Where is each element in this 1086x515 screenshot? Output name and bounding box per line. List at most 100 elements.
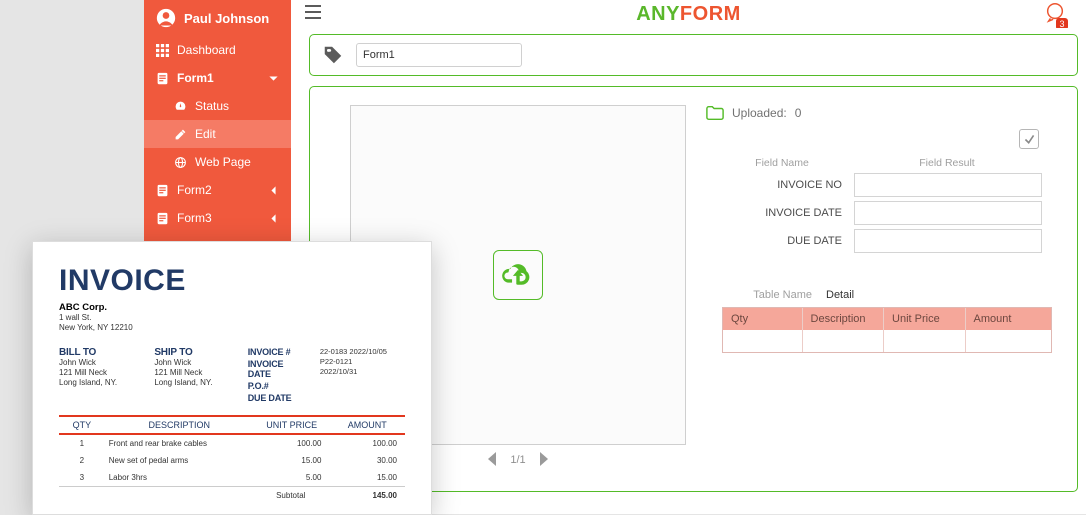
- chevron-right-icon: [538, 452, 550, 466]
- invoice-title: INVOICE: [59, 264, 405, 298]
- topbar: ANYFORM 3: [291, 0, 1086, 28]
- sidebar-item-status[interactable]: Status: [144, 92, 291, 120]
- billto-label: BILL TO: [59, 347, 140, 358]
- field-input-invoice-date[interactable]: [854, 201, 1042, 225]
- table-name-row: Table Name Detail: [722, 289, 1052, 301]
- uploaded-row: Uploaded: 0: [706, 105, 1061, 121]
- subtotal-label: Subtotal: [59, 491, 329, 500]
- due-value: 2022/10/31: [320, 367, 405, 377]
- inv-col-desc: DESCRIPTION: [105, 417, 254, 433]
- billto-addr1: 121 Mill Neck: [59, 368, 140, 378]
- shipto-column: SHIP TO John Wick 121 Mill Neck Long Isl…: [154, 347, 233, 403]
- detail-table: Qty Description Unit Price Amount: [722, 307, 1052, 353]
- invdate-label: INVOICE DATE: [248, 359, 306, 379]
- field-input-invoice-no[interactable]: [854, 173, 1042, 197]
- form-name-input[interactable]: [356, 43, 522, 67]
- sidebar-item-edit[interactable]: Edit: [144, 120, 291, 148]
- pager-next-button[interactable]: [538, 452, 550, 469]
- sidebar-item-form3[interactable]: Form3: [144, 204, 291, 232]
- invoice-addr2: New York, NY 12210: [59, 323, 405, 333]
- check-row: [706, 129, 1061, 149]
- field-input-due-date[interactable]: [854, 229, 1042, 253]
- upload-button[interactable]: [493, 250, 543, 300]
- inv-line-amt: 30.00: [329, 456, 405, 465]
- due-label: DUE DATE: [248, 393, 306, 403]
- shipto-label: SHIP TO: [154, 347, 233, 358]
- field-label: INVOICE NO: [722, 179, 842, 191]
- field-label: INVOICE DATE: [722, 207, 842, 219]
- invoice-meta-values: 22-0183 2022/10/05 P22-0121 2022/10/31: [320, 347, 405, 403]
- sidebar-item-form1[interactable]: Form1: [144, 64, 291, 92]
- gauge-icon: [174, 100, 187, 113]
- sidebar-item-label: Form1: [177, 71, 214, 85]
- sidebar-item-webpage[interactable]: Web Page: [144, 148, 291, 176]
- detail-table-header: Qty Description Unit Price Amount: [723, 308, 1051, 330]
- field-name-header: Field Name: [722, 157, 842, 169]
- sidebar-nav: Dashboard Form1 Status Edit Web Page For…: [144, 36, 291, 232]
- table-name-label: Table Name: [722, 289, 812, 301]
- shipto-addr2: Long Island, NY.: [154, 378, 233, 388]
- chevron-left-icon: [486, 452, 498, 466]
- invoice-table: QTY DESCRIPTION UNIT PRICE AMOUNT 1 Fron…: [59, 415, 405, 504]
- user-row[interactable]: Paul Johnson: [144, 0, 291, 36]
- field-result-header: Field Result: [842, 157, 1052, 169]
- invoice-line: 1 Front and rear brake cables 100.00 100…: [59, 435, 405, 452]
- invoice-meta-labels: INVOICE # INVOICE DATE P.O.# DUE DATE: [248, 347, 306, 403]
- po-label: P.O.#: [248, 381, 306, 391]
- folder-icon: [706, 105, 724, 121]
- pager-prev-button[interactable]: [486, 452, 498, 469]
- sidebar-item-label: Status: [195, 99, 229, 113]
- field-row-invoice-date: INVOICE DATE: [722, 201, 1052, 225]
- sidebar-item-form2[interactable]: Form2: [144, 176, 291, 204]
- uploaded-label: Uploaded:: [732, 106, 787, 120]
- inv-line-up: 5.00: [254, 473, 330, 482]
- inv-line-amt: 15.00: [329, 473, 405, 482]
- form-right-pane: Uploaded: 0 Field Name Field Result INVO…: [706, 105, 1061, 475]
- inv-col-amount: AMOUNT: [329, 417, 405, 433]
- sidebar-form1-sub: Status Edit Web Page: [144, 92, 291, 176]
- invno-label: INVOICE #: [248, 347, 306, 357]
- enable-checkbox[interactable]: [1019, 129, 1039, 149]
- invoice-columns: BILL TO John Wick 121 Mill Neck Long Isl…: [59, 347, 405, 403]
- inv-col-up: UNIT PRICE: [254, 417, 330, 433]
- inv-line-up: 15.00: [254, 456, 330, 465]
- tag-row: [309, 34, 1078, 76]
- invoice-line: 2 New set of pedal arms 15.00 30.00: [59, 452, 405, 469]
- pager-display: 1/1: [510, 454, 525, 466]
- shipto-name: John Wick: [154, 358, 233, 368]
- invoice-addr1: 1 wall St.: [59, 313, 405, 323]
- billto-addr2: Long Island, NY.: [59, 378, 140, 388]
- notifications-button[interactable]: 3: [1044, 1, 1066, 28]
- field-row-due-date: DUE DATE: [722, 229, 1052, 253]
- sidebar-item-label: Dashboard: [177, 43, 236, 57]
- chevron-left-icon: [268, 185, 279, 196]
- hamburger-menu-button[interactable]: [305, 5, 321, 24]
- table-name-value: Detail: [826, 289, 854, 301]
- inv-line-desc: Front and rear brake cables: [105, 439, 254, 448]
- detail-table-row[interactable]: [723, 330, 1051, 352]
- cloud-upload-icon: [501, 261, 535, 289]
- detail-table-area: Table Name Detail Qty Description Unit P…: [722, 289, 1052, 353]
- sidebar-item-dashboard[interactable]: Dashboard: [144, 36, 291, 64]
- invdate-value: P22-0121: [320, 357, 405, 367]
- inv-line-qty: 1: [59, 439, 105, 448]
- invno-value: 22-0183 2022/10/05: [320, 347, 405, 357]
- invoice-document: INVOICE ABC Corp. 1 wall St. New York, N…: [32, 241, 432, 515]
- col-description: Description: [803, 308, 885, 330]
- invoice-company: ABC Corp.: [59, 302, 405, 313]
- billto-name: John Wick: [59, 358, 140, 368]
- inv-col-qty: QTY: [59, 417, 105, 433]
- inv-line-amt: 100.00: [329, 439, 405, 448]
- grid-icon: [156, 44, 169, 57]
- shipto-addr1: 121 Mill Neck: [154, 368, 233, 378]
- logo: ANYFORM: [636, 3, 741, 26]
- uploaded-count: 0: [795, 106, 802, 120]
- fields-header: Field Name Field Result: [722, 157, 1052, 169]
- form-icon: [156, 72, 169, 85]
- user-name: Paul Johnson: [184, 11, 269, 26]
- globe-icon: [174, 156, 187, 169]
- sidebar-item-label: Form3: [177, 211, 212, 225]
- form-icon: [156, 212, 169, 225]
- inv-line-desc: New set of pedal arms: [105, 456, 254, 465]
- sidebar-item-label: Edit: [195, 127, 216, 141]
